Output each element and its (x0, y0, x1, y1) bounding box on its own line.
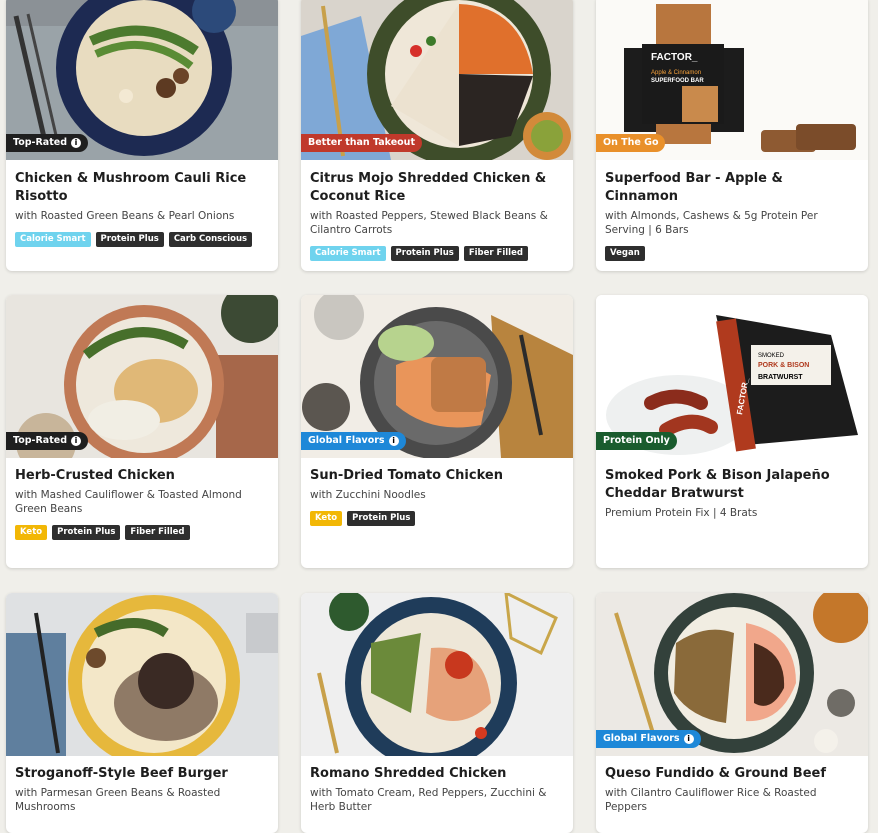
meal-photo: FACTOR_ Apple & Cinnamon SUPERFOOD BAR O… (596, 0, 868, 160)
meal-tags: Keto Protein Plus (310, 511, 564, 526)
tag-vegan: Vegan (605, 246, 645, 261)
tag-calorie-smart: Calorie Smart (310, 246, 386, 261)
meal-subtitle: with Zucchini Noodles (310, 489, 426, 501)
package-brand-text: FACTOR_ (651, 52, 698, 63)
badge-better-than-takeout: Better than Takeout (301, 134, 422, 152)
meal-title[interactable]: Herb-Crusted Chicken (15, 467, 269, 485)
tag-protein-plus: Protein Plus (347, 511, 416, 526)
meal-tags: Vegan (605, 246, 859, 261)
tag-carb-conscious: Carb Conscious (168, 232, 253, 247)
meal-subtitle: with Roasted Green Beans & Pearl Onions (15, 210, 235, 222)
meal-subtitle: with Cilantro Cauliflower Rice & Roasted… (605, 787, 817, 813)
info-icon[interactable]: i (388, 436, 399, 446)
tag-fiber-filled: Fiber Filled (125, 525, 190, 540)
meal-title[interactable]: Stroganoff-Style Beef Burger (15, 765, 269, 783)
meal-subtitle: Premium Protein Fix | 4 Brats (605, 507, 758, 519)
package-pork-bison-text: PORK & BISON (758, 362, 809, 369)
meal-photo: Global Flavors i (596, 593, 868, 756)
meal-photo: Global Flavors i (301, 295, 573, 458)
info-icon[interactable]: i (71, 138, 81, 148)
package-product-text: SUPERFOOD BAR (651, 78, 704, 84)
tag-fiber-filled: Fiber Filled (463, 246, 528, 261)
meal-card[interactable]: Global Flavors i Sun-Dried Tomato Chicken… (301, 295, 573, 568)
meal-title[interactable]: Citrus Mojo Shredded Chicken & Coconut R… (310, 170, 564, 206)
meal-subtitle: with Tomato Cream, Red Peppers, Zucchini… (310, 787, 547, 813)
meal-card[interactable]: Better than Takeout Citrus Mojo Shredded… (301, 0, 573, 271)
meal-tags: Calorie Smart Protein Plus Carb Consciou… (15, 232, 269, 247)
tag-protein-plus: Protein Plus (52, 525, 121, 540)
meal-title[interactable]: Smoked Pork & Bison Jalapeño Cheddar Bra… (605, 467, 859, 503)
meal-card[interactable]: Stroganoff-Style Beef Burger with Parmes… (6, 593, 278, 833)
meal-card[interactable]: Top-Rated i Herb-Crusted Chicken with Mas… (6, 295, 278, 568)
meal-card[interactable]: FACTOR_ Apple & Cinnamon SUPERFOOD BAR O… (596, 0, 868, 271)
package-bratwurst-text: BRATWURST (758, 374, 803, 381)
meal-card[interactable]: SMOKED PORK & BISON BRATWURST FACTOR_ Pr… (596, 295, 868, 568)
meal-photo (301, 593, 573, 756)
badge-top-rated: Top-Rated i (6, 134, 88, 152)
meal-title[interactable]: Sun-Dried Tomato Chicken (310, 467, 564, 485)
meal-tags: Calorie Smart Protein Plus Fiber Filled (310, 246, 564, 261)
badge-global-flavors: Global Flavors i (301, 432, 406, 450)
meal-photo: Better than Takeout (301, 0, 573, 160)
tag-calorie-smart: Calorie Smart (15, 232, 91, 247)
tag-protein-plus: Protein Plus (390, 246, 459, 261)
badge-on-the-go: On The Go (596, 134, 666, 152)
meal-subtitle: with Roasted Peppers, Stewed Black Beans… (310, 210, 548, 236)
meal-title[interactable]: Chicken & Mushroom Cauli Rice Risotto (15, 170, 269, 206)
info-icon[interactable]: i (683, 734, 694, 744)
meal-photo: Top-Rated i (6, 295, 278, 458)
meal-photo: SMOKED PORK & BISON BRATWURST FACTOR_ Pr… (596, 295, 868, 458)
meal-subtitle: with Almonds, Cashews & 5g Protein Per S… (605, 210, 818, 236)
package-smoked-text: SMOKED (758, 353, 785, 359)
tag-keto: Keto (15, 525, 48, 540)
meal-title[interactable]: Romano Shredded Chicken (310, 765, 564, 783)
info-icon[interactable]: i (71, 436, 81, 446)
meal-card[interactable]: Global Flavors i Queso Fundido & Ground B… (596, 593, 868, 833)
meal-subtitle: with Parmesan Green Beans & Roasted Mush… (15, 787, 221, 813)
meal-card[interactable]: Top-Rated i Chicken & Mushroom Cauli Rice… (6, 0, 278, 271)
tag-protein-plus: Protein Plus (95, 232, 164, 247)
meal-card[interactable]: Romano Shredded Chicken with Tomato Crea… (301, 593, 573, 833)
meal-title[interactable]: Queso Fundido & Ground Beef (605, 765, 859, 783)
meal-grid: Top-Rated i Chicken & Mushroom Cauli Rice… (0, 0, 878, 833)
badge-protein-only: Protein Only (596, 432, 677, 450)
meal-photo: Top-Rated i (6, 0, 278, 160)
meal-subtitle: with Mashed Cauliflower & Toasted Almond… (15, 489, 242, 515)
package-flavor-text: Apple & Cinnamon (651, 70, 701, 76)
badge-top-rated: Top-Rated i (6, 432, 88, 450)
badge-global-flavors: Global Flavors i (596, 730, 701, 748)
meal-title[interactable]: Superfood Bar - Apple & Cinnamon (605, 170, 859, 206)
meal-photo (6, 593, 278, 756)
meal-tags: Keto Protein Plus Fiber Filled (15, 525, 269, 540)
tag-keto: Keto (310, 511, 343, 526)
